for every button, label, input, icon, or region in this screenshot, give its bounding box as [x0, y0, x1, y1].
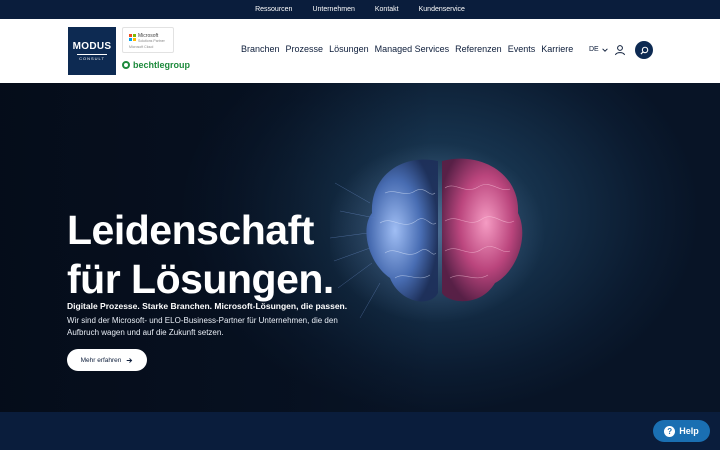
logo-line2: CONSULT — [79, 56, 105, 61]
next-section-strip — [0, 412, 720, 450]
nav-item-branchen[interactable]: Branchen — [241, 44, 280, 54]
hero-title-line2: für Lösungen. — [67, 256, 334, 302]
hero-subtitle: Digitale Prozesse. Starke Branchen. Micr… — [67, 301, 348, 311]
hero-title-line1: Leidenschaft — [67, 207, 314, 253]
main-nav: Branchen Prozesse Lösungen Managed Servi… — [241, 44, 573, 54]
logo-line1: MODUS — [72, 41, 112, 52]
mehr-erfahren-button[interactable]: Mehr erfahren — [67, 349, 147, 371]
nav-item-karriere[interactable]: Karriere — [541, 44, 573, 54]
hero-description: Wir sind der Microsoft- und ELO-Business… — [67, 316, 338, 337]
topbar-link-ressourcen[interactable]: Ressourcen — [255, 6, 292, 13]
topbar-link-kontakt[interactable]: Kontakt — [375, 6, 399, 13]
ms-badge-line2: Solutions Partner — [138, 39, 165, 43]
microsoft-logo-icon — [129, 34, 136, 41]
cta-label: Mehr erfahren — [80, 356, 122, 364]
topbar-link-kundenservice[interactable]: Kundenservice — [419, 6, 465, 13]
hero-title: Leidenschaft für Lösungen. — [67, 206, 334, 304]
bechtle-text: bechtlegroup — [133, 60, 191, 70]
topbar-link-unternehmen[interactable]: Unternehmen — [312, 6, 354, 13]
search-button[interactable] — [635, 41, 653, 59]
modus-consult-logo[interactable]: MODUS CONSULT — [68, 27, 116, 75]
nav-item-prozesse[interactable]: Prozesse — [286, 44, 324, 54]
help-button[interactable]: ? Help — [653, 420, 710, 442]
bechtle-ring-icon — [122, 61, 130, 69]
help-label: Help — [679, 426, 699, 436]
nav-item-events[interactable]: Events — [508, 44, 536, 54]
language-selector[interactable]: DE — [589, 46, 608, 53]
nav-item-managed-services[interactable]: Managed Services — [375, 44, 450, 54]
bechtle-group-logo: bechtlegroup — [122, 57, 190, 73]
ms-badge-line3: Microsoft Cloud — [129, 45, 154, 49]
user-icon[interactable] — [614, 44, 626, 56]
arrow-right-icon — [127, 357, 133, 363]
chevron-down-icon — [601, 47, 608, 52]
logo-rule — [77, 54, 107, 55]
nav-item-loesungen[interactable]: Lösungen — [329, 44, 369, 54]
hero-section: Leidenschaft für Lösungen. Digitale Proz… — [0, 83, 720, 412]
search-icon — [639, 46, 648, 55]
brain-illustration — [330, 143, 545, 323]
help-question-icon: ? — [664, 425, 676, 437]
nav-item-referenzen[interactable]: Referenzen — [455, 44, 502, 54]
top-utility-bar: Ressourcen Unternehmen Kontakt Kundenser… — [0, 0, 720, 19]
language-label: DE — [589, 46, 599, 53]
microsoft-partner-badge: Microsoft Solutions Partner Microsoft Cl… — [122, 27, 174, 53]
site-header: MODUS CONSULT Microsoft Solutions Partne… — [0, 19, 720, 83]
